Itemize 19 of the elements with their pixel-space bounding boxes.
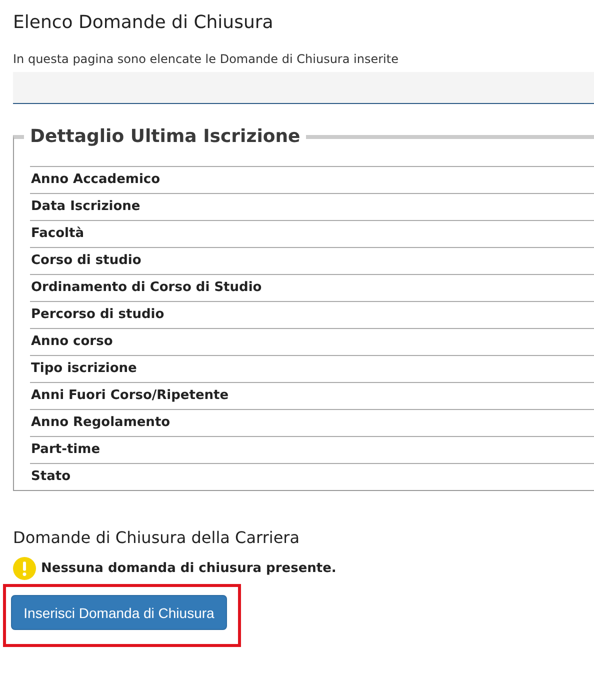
intro-text: In questa pagina sono elencate le Domande di Chiusura inserite: [13, 51, 400, 67]
detail-label: Tipo iscrizione: [30, 355, 594, 382]
page-title: Elenco Domande di Chiusura: [13, 11, 274, 35]
warning-text: Nessuna domanda di chiusura presente.: [41, 561, 336, 576]
detail-label: Part-time: [30, 436, 594, 463]
detail-label: Stato: [30, 463, 594, 490]
detail-label: Percorso di studio: [30, 301, 594, 328]
detail-label: Anno corso: [30, 328, 594, 355]
section-title: Domande di Chiusura della Carriera: [13, 527, 301, 549]
detail-label: Anni Fuori Corso/Ripetente: [30, 382, 594, 409]
warning-icon: [13, 557, 36, 580]
insert-button[interactable]: Inserisci Domanda di Chiusura: [11, 595, 227, 630]
detail-label: Data Iscrizione: [30, 193, 594, 220]
detail-label: Anno Accademico: [30, 166, 594, 193]
panel-legend: Dettaglio Ultima Iscrizione: [24, 125, 306, 149]
detail-label: Corso di studio: [30, 247, 594, 274]
detail-label: Facoltà: [30, 220, 594, 247]
detail-label: Anno Regolamento: [30, 409, 594, 436]
detail-label: Ordinamento di Corso di Studio: [30, 274, 594, 301]
